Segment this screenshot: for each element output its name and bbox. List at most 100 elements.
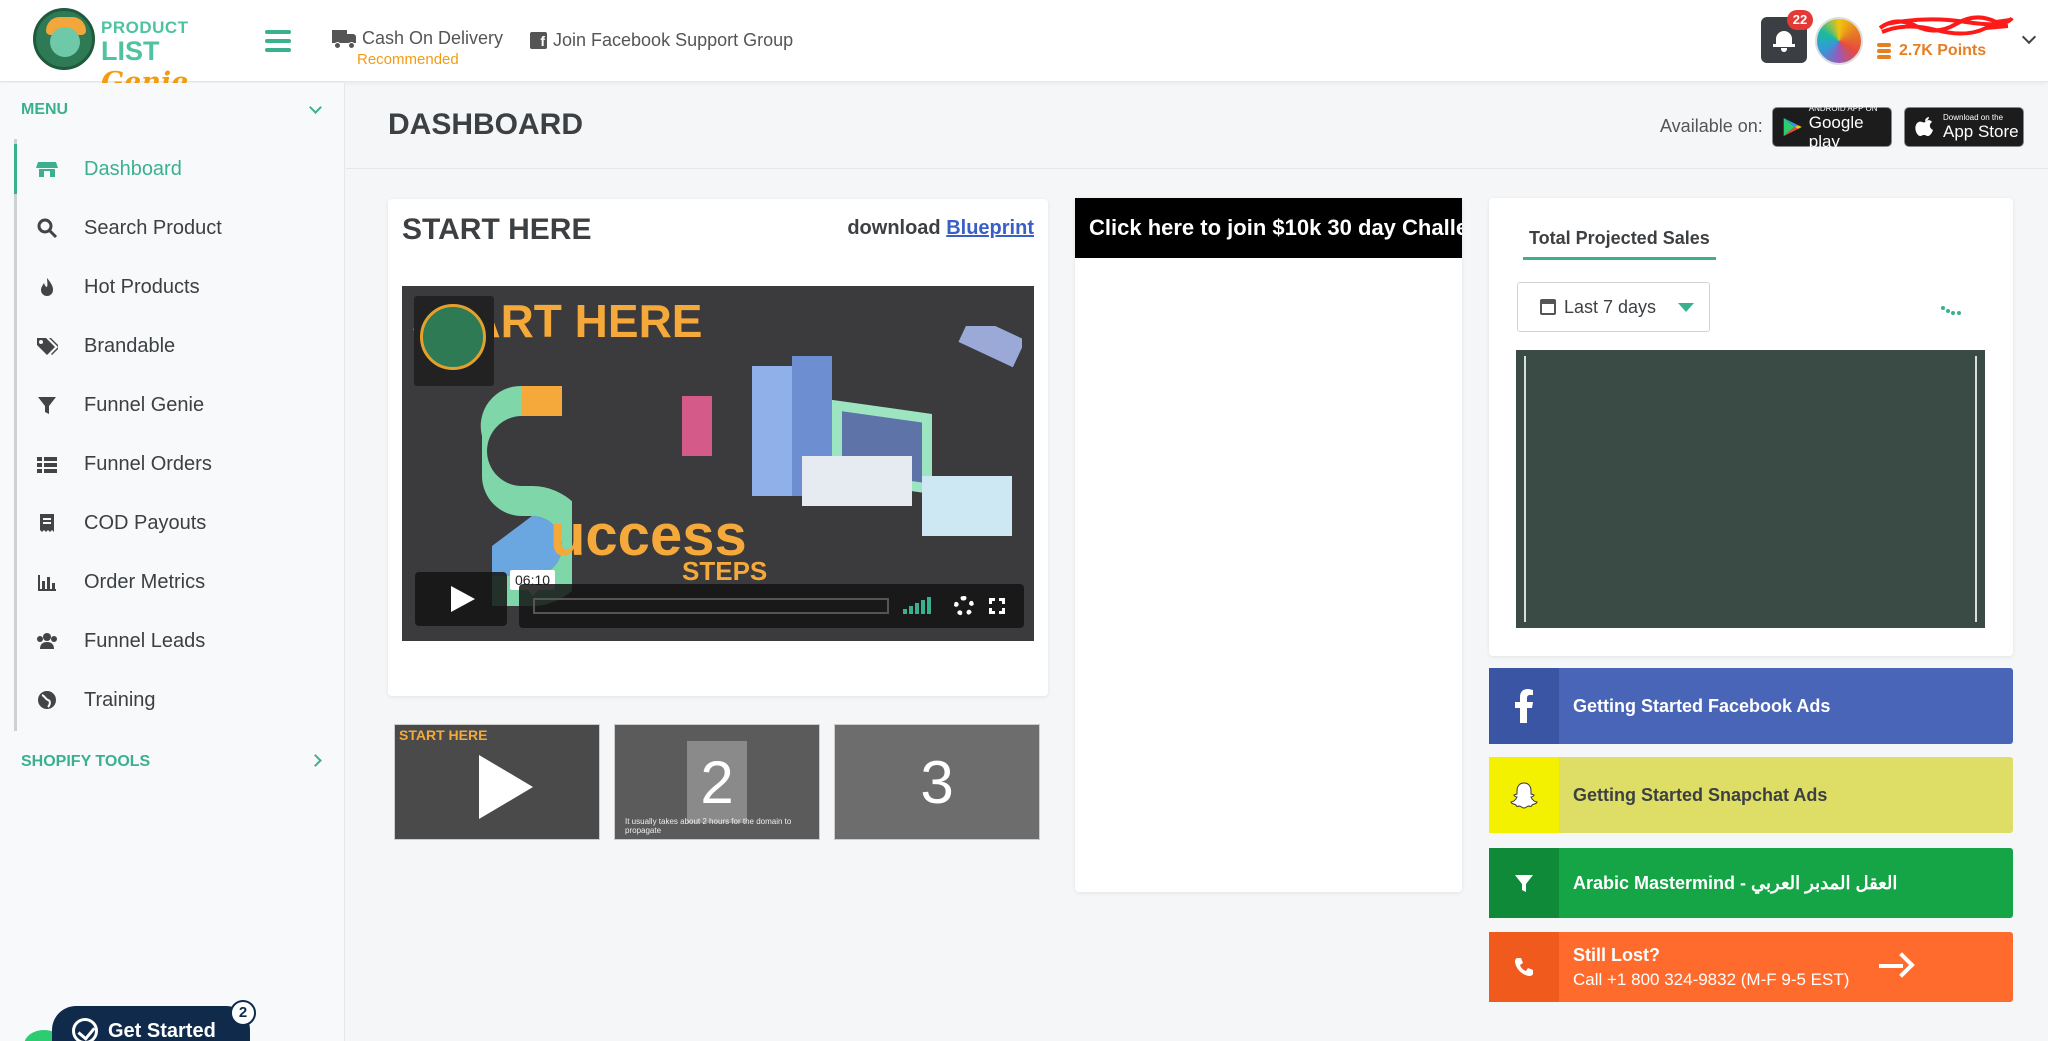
coins-icon — [1877, 43, 1891, 59]
tab-total-projected-sales[interactable]: Total Projected Sales — [1523, 228, 1716, 260]
video-thumbnail-2[interactable]: 2 It usually takes about 2 hours for the… — [614, 724, 820, 840]
total-projected-sales-card: Total Projected Sales Last 7 days — [1489, 198, 2013, 656]
sidebar: MENU Dashboard Search Product Hot Produc… — [0, 83, 345, 1041]
sidebar-item-hot-products[interactable]: Hot Products — [18, 262, 338, 312]
facebook-square-icon: f — [530, 32, 547, 49]
recommended-label: Recommended — [357, 51, 459, 68]
store-icon — [36, 162, 58, 177]
check-circle-icon — [72, 1018, 98, 1041]
video-progress-bar[interactable] — [533, 598, 889, 614]
list-icon — [37, 457, 57, 473]
chevron-down-icon[interactable] — [2021, 29, 2037, 45]
google-play-icon — [1783, 117, 1802, 137]
app-store-small-label: Download on the — [1943, 113, 2004, 122]
snapchat-ads-label: Getting Started Snapchat Ads — [1573, 784, 1828, 805]
menu-collapse-chevron-icon[interactable] — [309, 101, 322, 114]
challenge-banner[interactable]: Click here to join $10k 30 day Challenge — [1075, 198, 1462, 258]
arrow-right-icon — [1879, 954, 1913, 978]
top-bar: PRODUCT LIST Genie Cash On Delivery Reco… — [0, 0, 2048, 98]
calendar-icon — [1540, 299, 1556, 315]
user-points[interactable]: 2.7K Points — [1877, 42, 1986, 60]
still-lost-text: Still Lost? Call +1 800 324-9832 (M-F 9-… — [1559, 945, 1849, 990]
video-thumbnail-1[interactable]: START HERE — [394, 724, 600, 840]
menu-heading[interactable]: MENU — [21, 101, 68, 119]
download-blueprint: download Blueprint — [847, 217, 1034, 239]
product-list-genie-logo[interactable]: PRODUCT LIST Genie — [33, 8, 223, 98]
sidebar-item-search-product[interactable]: Search Product — [18, 203, 338, 253]
facebook-ads-label: Getting Started Facebook Ads — [1573, 695, 1831, 716]
search-icon — [37, 218, 58, 239]
play-button[interactable] — [415, 572, 507, 626]
cash-on-delivery-link[interactable]: Cash On Delivery — [332, 28, 503, 49]
notification-count-badge: 22 — [1787, 10, 1813, 30]
sidebar-item-funnel-genie[interactable]: Funnel Genie — [18, 380, 338, 430]
header-divider — [346, 168, 2048, 169]
facebook-group-label: Join Facebook Support Group — [553, 30, 794, 50]
sidebar-item-label: Funnel Orders — [84, 452, 212, 475]
snapchat-icon — [1489, 757, 1559, 833]
google-play-button[interactable]: ANDROID APP ON Google play — [1772, 104, 1892, 151]
user-avatar[interactable] — [1815, 17, 1863, 65]
sidebar-item-cod-payouts[interactable]: COD Payouts — [18, 498, 338, 548]
still-lost-title: Still Lost? — [1573, 944, 1660, 965]
sidebar-item-label: Search Product — [84, 216, 222, 239]
volume-icon[interactable] — [903, 596, 933, 614]
google-play-label: Google play — [1808, 112, 1864, 151]
arabic-mastermind-label: Arabic Mastermind - العقل المدبر العربي — [1573, 872, 1898, 893]
thumbnail-caption: It usually takes about 2 hours for the d… — [625, 817, 792, 835]
facebook-ads-button[interactable]: Getting Started Facebook Ads — [1489, 668, 2013, 744]
sidebar-item-funnel-orders[interactable]: Funnel Orders — [18, 439, 338, 489]
genie-watermark-icon — [414, 296, 494, 386]
start-here-title: START HERE — [402, 213, 592, 246]
sidebar-item-label: Order Metrics — [84, 570, 206, 593]
blueprint-link[interactable]: Blueprint — [946, 217, 1034, 239]
sidebar-item-funnel-leads[interactable]: Funnel Leads — [18, 616, 338, 666]
challenge-link-text: Click here to join $10k 30 day Challenge — [1089, 215, 1462, 240]
apple-icon — [1915, 117, 1933, 136]
app-store-label: App Store — [1943, 122, 2019, 141]
snapchat-ads-button[interactable]: Getting Started Snapchat Ads — [1489, 757, 2013, 833]
video-player[interactable]: START HERE uccess STEPS 06:10 — [402, 286, 1034, 641]
redacted-username — [1878, 15, 2014, 36]
phone-icon — [1489, 932, 1559, 1002]
play-icon — [395, 725, 599, 839]
sales-chart-area — [1516, 350, 1985, 628]
video-controls — [519, 584, 1024, 628]
points-label: 2.7K Points — [1899, 42, 1987, 59]
sidebar-item-brandable[interactable]: Brandable — [18, 321, 338, 371]
servers-laptop-illustration — [682, 326, 1022, 536]
fire-icon — [41, 278, 53, 296]
truck-icon — [332, 30, 356, 49]
date-range-select[interactable]: Last 7 days — [1517, 282, 1710, 332]
app-store-button[interactable]: Download on the App Store — [1904, 107, 2024, 147]
get-started-label: Get Started — [108, 1019, 216, 1041]
sidebar-item-label: Funnel Leads — [84, 629, 206, 652]
facebook-group-link[interactable]: f Join Facebook Support Group — [530, 30, 793, 51]
shopify-tools-heading[interactable]: SHOPIFY TOOLS — [21, 753, 150, 771]
sidebar-item-label: COD Payouts — [84, 511, 207, 534]
receipt-icon — [40, 514, 54, 532]
menu-divider-line — [14, 139, 17, 731]
globe-icon — [38, 691, 56, 709]
fullscreen-icon[interactable] — [989, 598, 1005, 614]
chevron-right-icon[interactable] — [309, 754, 322, 767]
get-started-button[interactable]: Get Started — [52, 1006, 250, 1041]
available-on-label: Available on: — [1660, 116, 1763, 136]
date-range-label: Last 7 days — [1564, 296, 1657, 317]
video-thumbnail-3[interactable]: 3 — [834, 724, 1040, 840]
gear-icon[interactable] — [954, 596, 974, 616]
sidebar-item-order-metrics[interactable]: Order Metrics — [18, 557, 338, 607]
users-icon — [37, 633, 57, 649]
sidebar-item-label: Funnel Genie — [84, 393, 205, 416]
logo-text-product: PRODUCT — [101, 18, 189, 37]
sidebar-item-training[interactable]: Training — [18, 675, 338, 725]
sidebar-item-dashboard[interactable]: Dashboard — [14, 144, 338, 194]
still-lost-call-button[interactable]: Still Lost? Call +1 800 324-9832 (M-F 9-… — [1489, 932, 2013, 1002]
hamburger-menu-icon[interactable] — [265, 30, 291, 52]
arabic-mastermind-button[interactable]: Arabic Mastermind - العقل المدبر العربي — [1489, 848, 2013, 918]
filter-icon — [38, 397, 56, 414]
loading-spinner-icon — [1941, 306, 1963, 316]
sidebar-item-label: Dashboard — [84, 157, 182, 180]
bar-chart-icon — [38, 575, 56, 591]
get-started-count-badge: 2 — [230, 1000, 256, 1026]
